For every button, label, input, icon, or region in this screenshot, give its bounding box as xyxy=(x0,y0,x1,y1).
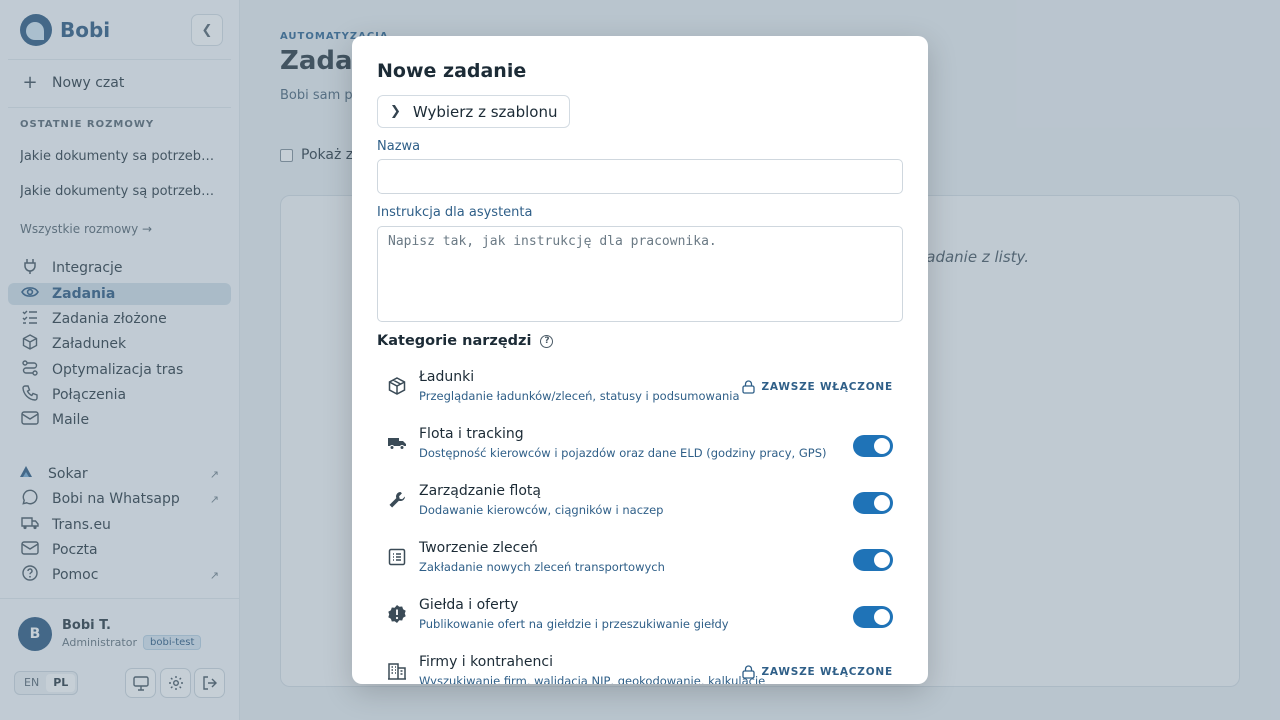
lock-icon xyxy=(742,380,756,394)
category-desc: Publikowanie ofert na giełdzie i przeszu… xyxy=(419,617,729,631)
category-desc: Dodawanie kierowców, ciągników i naczep xyxy=(419,503,664,517)
always-on-badge: ZAWSZE WŁĄCZONE xyxy=(742,380,893,394)
category-tworzenie-zlecen: Tworzenie zleceń Zakładanie nowych zlece… xyxy=(377,538,903,588)
dialog-title: Nowe zadanie xyxy=(377,60,527,82)
category-gielda-oferty: Giełda i oferty Publikowanie ofert na gi… xyxy=(377,595,903,645)
category-name: Firmy i kontrahenci xyxy=(419,654,553,670)
category-toggle[interactable] xyxy=(853,435,893,457)
building-icon xyxy=(388,663,406,680)
category-desc: Przeglądanie ładunków/zleceń, statusy i … xyxy=(419,389,740,403)
wrench-icon xyxy=(389,492,405,508)
category-desc: Zakładanie nowych zleceń transportowych xyxy=(419,560,665,574)
category-zarzadzanie-flota: Zarządzanie flotą Dodawanie kierowców, c… xyxy=(377,481,903,531)
category-flota-tracking: Flota i tracking Dostępność kierowców i … xyxy=(377,424,903,474)
category-toggle[interactable] xyxy=(853,492,893,514)
help-circle-icon[interactable]: ? xyxy=(540,334,554,348)
category-toggle[interactable] xyxy=(853,549,893,571)
package-icon xyxy=(388,377,406,395)
list-icon xyxy=(388,548,406,566)
instruction-label: Instrukcja dla asystenta xyxy=(377,205,533,220)
category-name: Flota i tracking xyxy=(419,426,524,442)
truck-icon xyxy=(388,438,406,450)
always-on-label: ZAWSZE WŁĄCZONE xyxy=(761,381,893,393)
category-name: Ładunki xyxy=(419,369,475,385)
lock-icon xyxy=(742,665,756,679)
name-input[interactable] xyxy=(377,159,903,194)
name-label: Nazwa xyxy=(377,139,421,154)
category-desc: Dostępność kierowców i pojazdów oraz dan… xyxy=(419,446,827,460)
instruction-textarea[interactable] xyxy=(377,226,903,322)
choose-template-button[interactable]: ❯ Wybierz z szablonu xyxy=(377,95,571,128)
tool-categories-title: Kategorie narzędzi xyxy=(377,333,532,349)
category-name: Tworzenie zleceń xyxy=(419,540,538,556)
category-firmy-kontrahenci: Firmy i kontrahenci Wyszukiwanie firm, w… xyxy=(377,652,903,684)
always-on-badge: ZAWSZE WŁĄCZONE xyxy=(742,665,893,679)
badge-alert-icon xyxy=(388,605,406,623)
new-task-dialog: Nowe zadanie ❯ Wybierz z szablonu Nazwa … xyxy=(352,36,928,684)
category-ladunki: Ładunki Przeglądanie ładunków/zleceń, st… xyxy=(377,367,903,417)
category-toggle[interactable] xyxy=(853,606,893,628)
category-name: Zarządzanie flotą xyxy=(419,483,541,499)
category-name: Giełda i oferty xyxy=(419,597,519,613)
chevron-right-icon: ❯ xyxy=(390,104,401,119)
tool-categories-heading: Kategorie narzędzi ? xyxy=(377,333,554,349)
always-on-label: ZAWSZE WŁĄCZONE xyxy=(761,666,893,678)
choose-template-label: Wybierz z szablonu xyxy=(412,102,558,121)
category-desc: Wyszukiwanie firm, walidacja NIP, geokod… xyxy=(419,674,766,684)
